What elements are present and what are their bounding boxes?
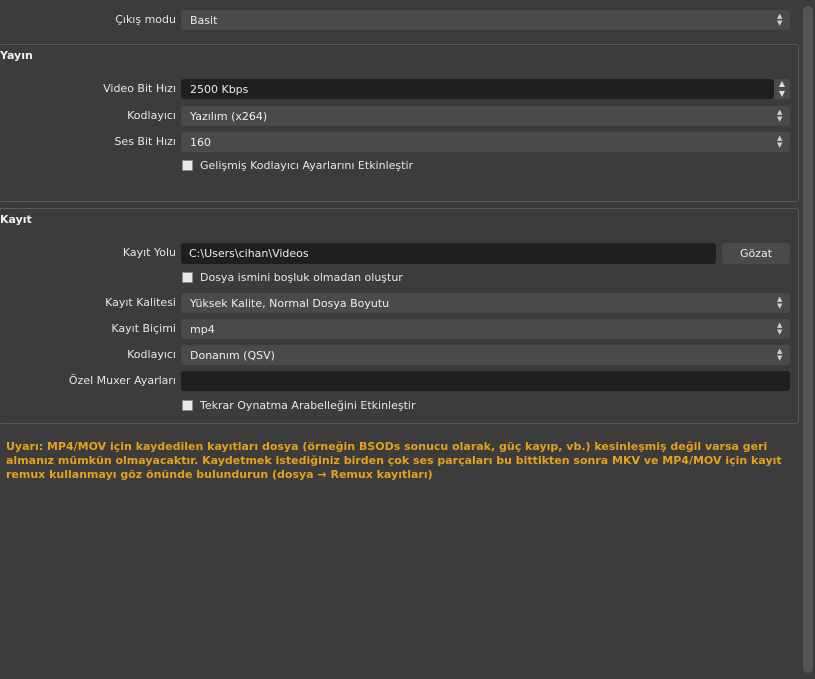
muxer-settings-label: Özel Muxer Ayarları	[68, 374, 176, 387]
video-bitrate-input[interactable]: 2500 Kbps	[181, 79, 774, 99]
audio-bitrate-row: Ses Bit Hızı 160 ▲ ▼	[0, 132, 800, 152]
recording-group-title: Kayıt	[0, 213, 32, 226]
browse-button[interactable]: Gözat	[722, 243, 790, 264]
replay-buffer-checkbox-label: Tekrar Oynatma Arabelleğini Etkinleştir	[200, 399, 416, 412]
advanced-encoder-checkbox-label: Gelişmiş Kodlayıcı Ayarlarını Etkinleşti…	[200, 159, 414, 172]
stream-encoder-value: Yazılım (x264)	[190, 110, 268, 123]
muxer-settings-input[interactable]	[181, 371, 790, 391]
advanced-encoder-checkbox-row[interactable]: Gelişmiş Kodlayıcı Ayarlarını Etkinleşti…	[181, 159, 681, 175]
output-settings-panel: Çıkış modu Basit ▲ ▼ Yayın Video Bit Hızı…	[0, 0, 815, 679]
recording-path-input[interactable]: C:\Users\cihan\Videos	[181, 243, 716, 264]
scrollbar-thumb[interactable]	[803, 6, 813, 673]
recording-quality-row: Kayıt Kalitesi Yüksek Kalite, Normal Dos…	[0, 293, 800, 313]
recording-encoder-select[interactable]: Donanım (QSV) ▲ ▼	[181, 345, 790, 365]
recording-path-value: C:\Users\cihan\Videos	[189, 247, 309, 260]
stream-encoder-row: Kodlayıcı Yazılım (x264) ▲ ▼	[0, 106, 800, 126]
mp4-warning-text: Uyarı: MP4/MOV için kaydedilen kayıtları…	[6, 440, 782, 481]
video-bitrate-label: Video Bit Hızı	[103, 82, 176, 95]
recording-format-select[interactable]: mp4 ▲ ▼	[181, 319, 790, 339]
advanced-encoder-checkbox[interactable]	[182, 160, 193, 171]
combo-arrows-icon: ▲ ▼	[777, 108, 783, 123]
no-space-checkbox[interactable]	[182, 272, 193, 283]
recording-quality-value: Yüksek Kalite, Normal Dosya Boyutu	[190, 297, 390, 310]
video-bitrate-value: 2500 Kbps	[190, 83, 249, 96]
combo-arrows-icon: ▲ ▼	[777, 295, 783, 310]
output-mode-row: Çıkış modu Basit ▲ ▼	[0, 10, 800, 30]
recording-group: Kayıt	[0, 208, 799, 424]
increment-icon[interactable]: ▲	[774, 79, 790, 89]
combo-arrows-icon: ▲ ▼	[777, 321, 783, 336]
output-mode-select[interactable]: Basit ▲ ▼	[181, 10, 790, 30]
recording-format-label: Kayıt Biçimi	[111, 322, 176, 335]
recording-path-label: Kayıt Yolu	[122, 246, 176, 259]
recording-path-row: Kayıt Yolu C:\Users\cihan\Videos Gözat	[0, 243, 800, 264]
no-space-checkbox-label: Dosya ismini boşluk olmadan oluştur	[200, 271, 403, 284]
combo-arrows-icon: ▲ ▼	[777, 134, 783, 149]
muxer-settings-row: Özel Muxer Ayarları	[0, 371, 800, 391]
combo-arrows-icon: ▲ ▼	[777, 347, 783, 362]
output-mode-label: Çıkış modu	[115, 13, 176, 26]
video-bitrate-stepper: ▲ ▼	[774, 79, 790, 99]
combo-arrows-icon: ▲ ▼	[777, 12, 783, 27]
recording-format-value: mp4	[190, 323, 215, 336]
recording-encoder-label: Kodlayıcı	[127, 348, 176, 361]
output-mode-value: Basit	[190, 14, 218, 27]
recording-quality-select[interactable]: Yüksek Kalite, Normal Dosya Boyutu ▲ ▼	[181, 293, 790, 313]
replay-buffer-checkbox-row[interactable]: Tekrar Oynatma Arabelleğini Etkinleştir	[181, 399, 681, 415]
replay-buffer-checkbox[interactable]	[182, 400, 193, 411]
stream-encoder-label: Kodlayıcı	[127, 109, 176, 122]
decrement-icon[interactable]: ▼	[774, 89, 790, 99]
no-space-checkbox-row[interactable]: Dosya ismini boşluk olmadan oluştur	[181, 271, 681, 287]
audio-bitrate-value: 160	[190, 136, 211, 149]
streaming-group-title: Yayın	[0, 49, 33, 62]
audio-bitrate-select[interactable]: 160 ▲ ▼	[181, 132, 790, 152]
audio-bitrate-label: Ses Bit Hızı	[114, 135, 176, 148]
stream-encoder-select[interactable]: Yazılım (x264) ▲ ▼	[181, 106, 790, 126]
recording-encoder-value: Donanım (QSV)	[190, 349, 275, 362]
video-bitrate-row: Video Bit Hızı 2500 Kbps ▲ ▼	[0, 79, 800, 99]
recording-format-row: Kayıt Biçimi mp4 ▲ ▼	[0, 319, 800, 339]
recording-encoder-row: Kodlayıcı Donanım (QSV) ▲ ▼	[0, 345, 800, 365]
recording-quality-label: Kayıt Kalitesi	[105, 296, 176, 309]
